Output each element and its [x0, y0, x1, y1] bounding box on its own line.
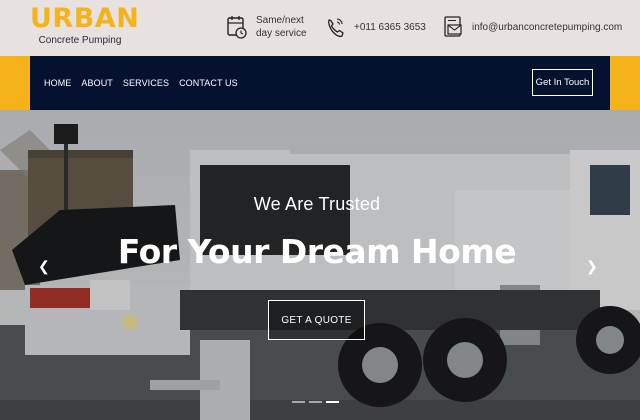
hero-kicker: We Are Trusted — [253, 194, 381, 214]
email-address: info@urbanconcretepumping.com — [472, 21, 623, 33]
slider-dot-2[interactable] — [309, 401, 322, 403]
email-icon — [442, 14, 464, 40]
service-line-1: Same/next — [256, 15, 304, 26]
service-info: Same/next day service — [226, 10, 307, 44]
chevron-right-icon[interactable]: ❯ — [586, 258, 598, 275]
slider-dots — [292, 401, 343, 403]
phone-icon — [324, 14, 346, 40]
phone-number: +011 6365 3653 — [354, 21, 426, 33]
hero-slider: We Are Trusted For Your Dream Home GET A… — [0, 110, 640, 420]
phone-info[interactable]: +011 6365 3653 — [324, 10, 426, 44]
email-info[interactable]: info@urbanconcretepumping.com — [442, 10, 622, 44]
logo-wordmark: URBAN — [30, 3, 140, 34]
get-in-touch-button[interactable]: Get In Touch — [532, 69, 593, 96]
service-line-2: day service — [256, 28, 307, 39]
logo[interactable]: URBAN Concrete Pumping — [30, 3, 140, 50]
main-nav: HOME ABOUT SERVICES CONTACT US Get In To… — [30, 56, 610, 110]
slider-dot-3[interactable] — [326, 401, 339, 403]
nav-item-services[interactable]: SERVICES — [123, 78, 169, 88]
get-a-quote-button[interactable]: GET A QUOTE — [268, 300, 365, 340]
hero-title: For Your Dream Home — [117, 232, 517, 271]
logo-tagline: Concrete Pumping — [38, 35, 122, 46]
slider-dot-1[interactable] — [292, 401, 305, 403]
nav-item-about[interactable]: ABOUT — [81, 78, 113, 88]
nav-item-contact-us[interactable]: CONTACT US — [179, 78, 238, 88]
calendar-clock-icon — [226, 14, 248, 40]
nav-links: HOME ABOUT SERVICES CONTACT US — [44, 56, 248, 110]
chevron-left-icon[interactable]: ❮ — [38, 258, 50, 275]
top-bar: URBAN Concrete Pumping Same/next day ser… — [0, 0, 640, 56]
nav-item-home[interactable]: HOME — [44, 78, 71, 88]
